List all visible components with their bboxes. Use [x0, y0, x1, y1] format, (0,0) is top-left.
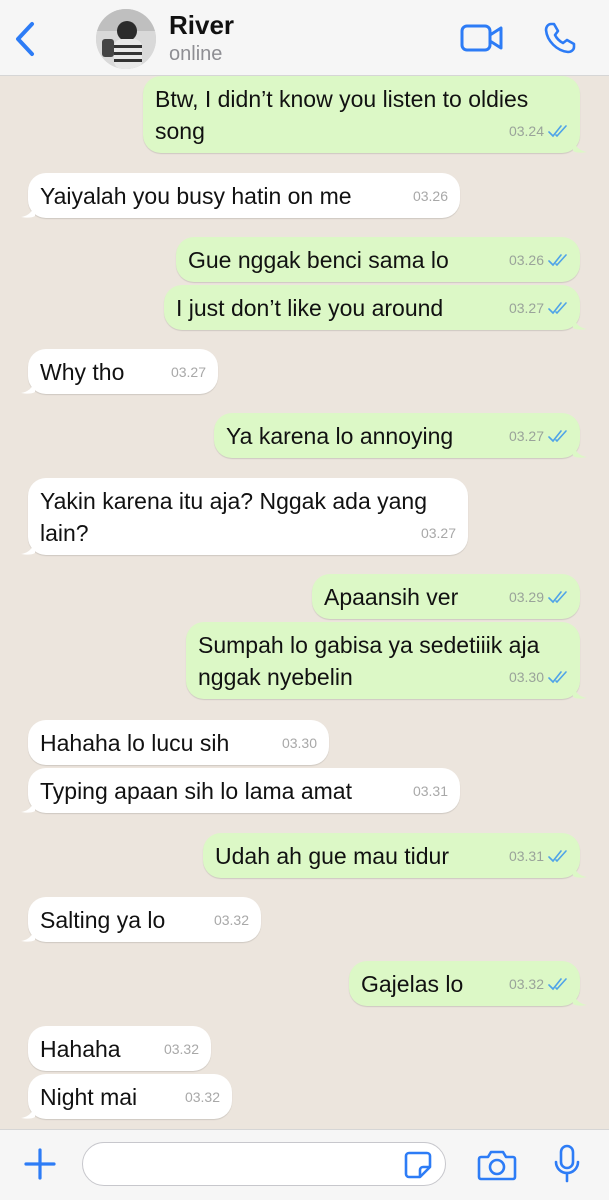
- chat-header: River online: [0, 0, 609, 76]
- message-meta: 03.30: [509, 661, 568, 693]
- message-timestamp: 03.32: [508, 976, 544, 992]
- contact-status: online: [169, 43, 223, 65]
- bubble-tail: [21, 795, 35, 813]
- bubble-tail: [573, 860, 587, 878]
- bubble-tail: [573, 135, 587, 153]
- camera-icon: [477, 1150, 517, 1181]
- bubble-tail: [21, 924, 35, 942]
- outgoing-message[interactable]: Gajelas lo 03.32: [349, 961, 587, 1006]
- plus-icon: [24, 1148, 56, 1180]
- camera-button[interactable]: [476, 1146, 518, 1184]
- bubble-tail: [21, 537, 35, 555]
- message-input[interactable]: [82, 1142, 446, 1186]
- message-meta: 03.32: [509, 968, 568, 1000]
- message-timestamp: 03.26: [508, 252, 544, 268]
- sticker-icon: [404, 1151, 432, 1179]
- bubble-tail: [573, 312, 587, 330]
- message-timestamp: 03.31: [412, 783, 448, 799]
- incoming-message[interactable]: Yakin karena itu aja? Nggak ada yang lai…: [21, 478, 468, 555]
- message-timestamp: 03.27: [508, 300, 544, 316]
- bubble-tail: [21, 376, 35, 394]
- voice-call-button[interactable]: [540, 19, 580, 57]
- message-meta: 03.26: [509, 244, 568, 276]
- bubble-tail: [573, 988, 587, 1006]
- message-meta: 03.31: [509, 840, 568, 872]
- message-meta: 03.24: [509, 115, 568, 147]
- message-text: Typing apaan sih lo lama amat: [40, 778, 352, 804]
- double-check-icon: [548, 671, 567, 684]
- message-list[interactable]: Btw, I didn’t know you listen to oldies …: [0, 76, 609, 1129]
- message-text: Yakin karena itu aja? Nggak ada yang lai…: [40, 488, 428, 546]
- microphone-icon: [554, 1144, 580, 1183]
- video-call-button[interactable]: [458, 20, 506, 56]
- message-meta: 03.27: [509, 292, 568, 324]
- message-timestamp: 03.32: [213, 912, 249, 928]
- outgoing-message[interactable]: Gue nggak benci sama lo 03.26: [176, 237, 580, 282]
- message-meta: 03.31: [413, 775, 448, 807]
- message-timestamp: 03.32: [184, 1089, 220, 1105]
- message-meta: 03.30: [282, 727, 317, 759]
- message-meta: 03.27: [421, 517, 456, 549]
- message-timestamp: 03.30: [281, 735, 317, 751]
- message-timestamp: 03.32: [163, 1041, 199, 1057]
- double-check-icon: [548, 978, 567, 991]
- message-timestamp: 03.27: [170, 364, 206, 380]
- double-check-icon: [548, 125, 567, 138]
- outgoing-message[interactable]: Apaansih ver 03.29: [312, 574, 580, 619]
- message-meta: 03.27: [171, 356, 206, 388]
- message-timestamp: 03.27: [420, 525, 456, 541]
- incoming-message[interactable]: Hahaha 03.32: [28, 1026, 211, 1071]
- avatar[interactable]: [96, 9, 156, 69]
- outgoing-message[interactable]: Sumpah lo gabisa ya sedetiiik aja nggak …: [186, 622, 587, 699]
- message-timestamp: 03.29: [508, 589, 544, 605]
- message-timestamp: 03.31: [508, 848, 544, 864]
- message-meta: 03.32: [185, 1081, 220, 1113]
- message-timestamp: 03.26: [412, 188, 448, 204]
- incoming-message[interactable]: Why tho 03.27: [21, 349, 218, 394]
- chevron-left-icon: [16, 22, 34, 56]
- bubble-tail: [21, 200, 35, 218]
- outgoing-message[interactable]: I just don’t like you around 03.27: [164, 285, 587, 330]
- double-check-icon: [548, 591, 567, 604]
- message-timestamp: 03.27: [508, 428, 544, 444]
- message-meta: 03.32: [164, 1033, 199, 1065]
- phone-icon: [544, 22, 576, 54]
- message-meta: 03.32: [214, 904, 249, 936]
- video-camera-icon: [460, 24, 503, 52]
- attach-button[interactable]: [20, 1144, 60, 1184]
- double-check-icon: [548, 430, 567, 443]
- outgoing-message[interactable]: Ya karena lo annoying 03.27: [214, 413, 587, 458]
- bubble-tail: [573, 440, 587, 458]
- bubble-tail: [573, 681, 587, 699]
- incoming-message[interactable]: Typing apaan sih lo lama amat 03.31: [21, 768, 460, 813]
- message-meta: 03.26: [413, 180, 448, 212]
- composer-bar: [0, 1129, 609, 1200]
- outgoing-message[interactable]: Udah ah gue mau tidur 03.31: [203, 833, 587, 878]
- incoming-message[interactable]: Yaiyalah you busy hatin on me 03.26: [21, 173, 460, 218]
- microphone-button[interactable]: [550, 1142, 584, 1186]
- sticker-button[interactable]: [401, 1148, 435, 1182]
- incoming-message[interactable]: Hahaha lo lucu sih 03.30: [28, 720, 329, 765]
- message-text: Btw, I didn’t know you listen to oldies …: [155, 86, 529, 144]
- incoming-message[interactable]: Night mai 03.32: [21, 1074, 232, 1119]
- message-text: Yaiyalah you busy hatin on me: [40, 183, 352, 209]
- message-meta: 03.29: [509, 581, 568, 613]
- outgoing-message[interactable]: Btw, I didn’t know you listen to oldies …: [143, 76, 587, 153]
- back-button[interactable]: [8, 18, 42, 60]
- double-check-icon: [548, 254, 567, 267]
- incoming-message[interactable]: Salting ya lo 03.32: [21, 897, 261, 942]
- message-timestamp: 03.30: [508, 669, 544, 685]
- message-timestamp: 03.24: [508, 123, 544, 139]
- message-meta: 03.27: [509, 420, 568, 452]
- bubble-tail: [21, 1101, 35, 1119]
- contact-name[interactable]: River: [169, 10, 234, 41]
- message-text: Hahaha lo lucu sih: [40, 730, 230, 756]
- double-check-icon: [548, 850, 567, 863]
- double-check-icon: [548, 302, 567, 315]
